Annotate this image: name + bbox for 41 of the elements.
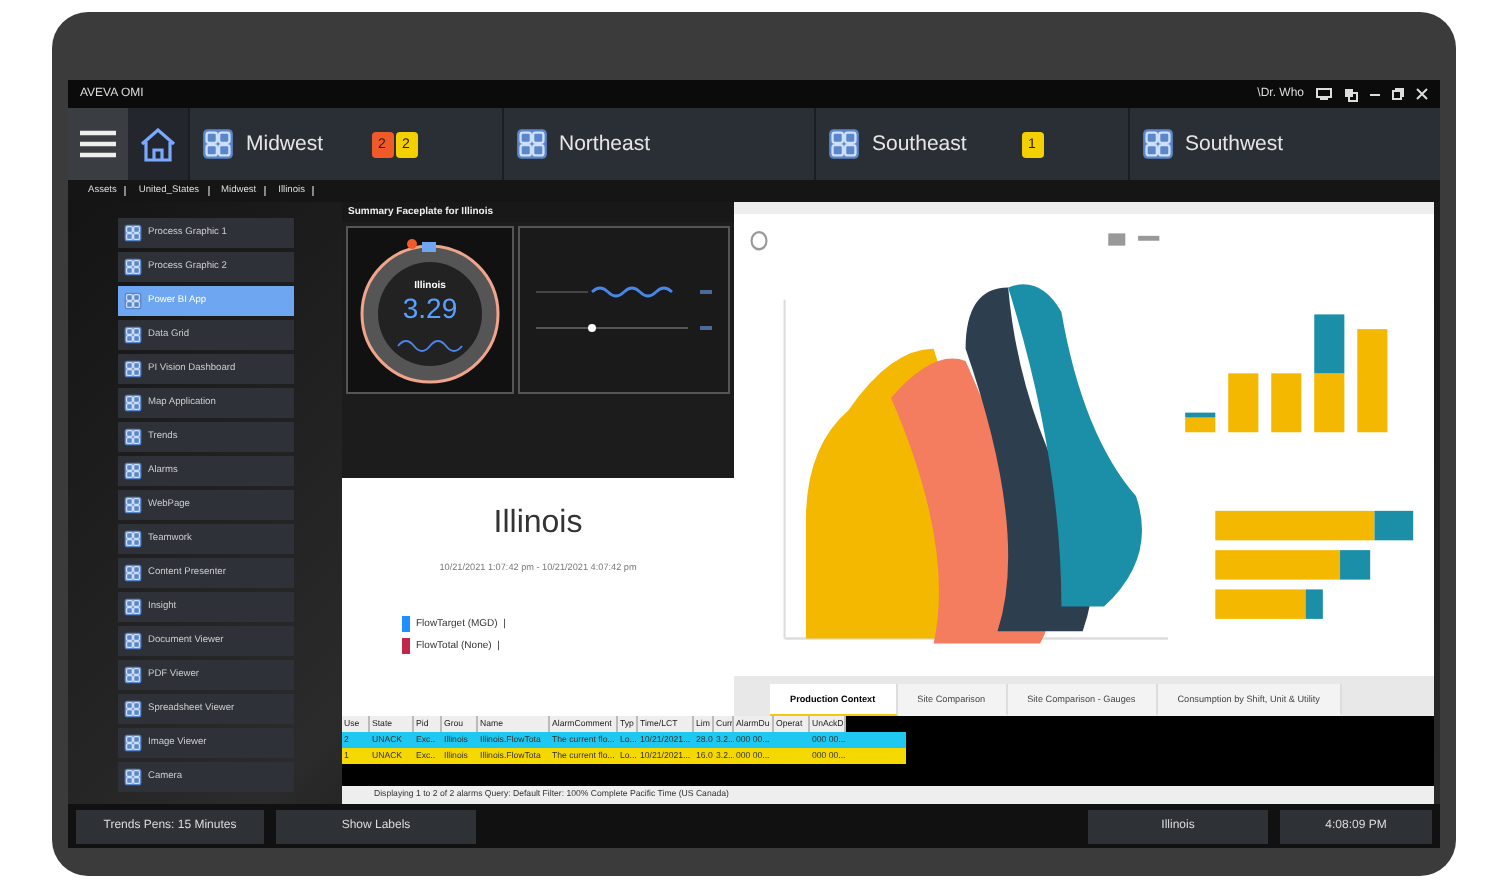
tile-grid-icon [124, 462, 142, 480]
tile-grid-icon [124, 326, 142, 344]
tile-grid-icon [124, 360, 142, 378]
restore-icon[interactable] [1392, 88, 1404, 100]
tile-grid-icon [1141, 128, 1173, 160]
tile-grid-icon [124, 700, 142, 718]
tile-grid-icon [124, 258, 142, 276]
region-tab[interactable]: Northeast [501, 108, 814, 180]
tile-grid-icon [828, 128, 860, 160]
tile-grid-icon [124, 598, 142, 616]
region-label: Southwest [1185, 132, 1284, 156]
menu-icon [80, 130, 116, 158]
close-icon[interactable] [1416, 88, 1428, 100]
monitor-icon[interactable] [1316, 88, 1332, 100]
tile-grid-icon [124, 768, 142, 786]
tile-grid-icon [124, 530, 142, 548]
region-label: Southeast [872, 132, 967, 156]
tile-grid-icon [124, 564, 142, 582]
location-title: Illinois [493, 506, 583, 542]
tile-grid-icon [124, 734, 142, 752]
tile-grid-icon [124, 224, 142, 242]
region-tab[interactable]: Southwest [1127, 108, 1440, 180]
chart-bar [1314, 373, 1345, 433]
chart-bar [1357, 329, 1388, 433]
tile-grid-icon [124, 292, 142, 310]
tile-grid-icon [124, 394, 142, 412]
tile-grid-icon [124, 496, 142, 514]
tile-grid-icon [202, 128, 234, 160]
region-label: Northeast [559, 132, 651, 156]
tile-grid-icon [124, 666, 142, 684]
copy-icon[interactable] [1344, 87, 1358, 101]
menu-button[interactable] [68, 108, 128, 180]
gauge-value: 3.29 [402, 292, 458, 324]
region-label: Midwest [246, 132, 324, 156]
home-icon [140, 127, 176, 161]
chart-bar [1271, 373, 1302, 433]
tile-grid-icon [124, 428, 142, 446]
tile-grid-icon [515, 128, 547, 160]
chart-bar [1228, 373, 1259, 433]
chart-bar [1314, 314, 1345, 374]
tile-grid-icon [124, 632, 142, 650]
